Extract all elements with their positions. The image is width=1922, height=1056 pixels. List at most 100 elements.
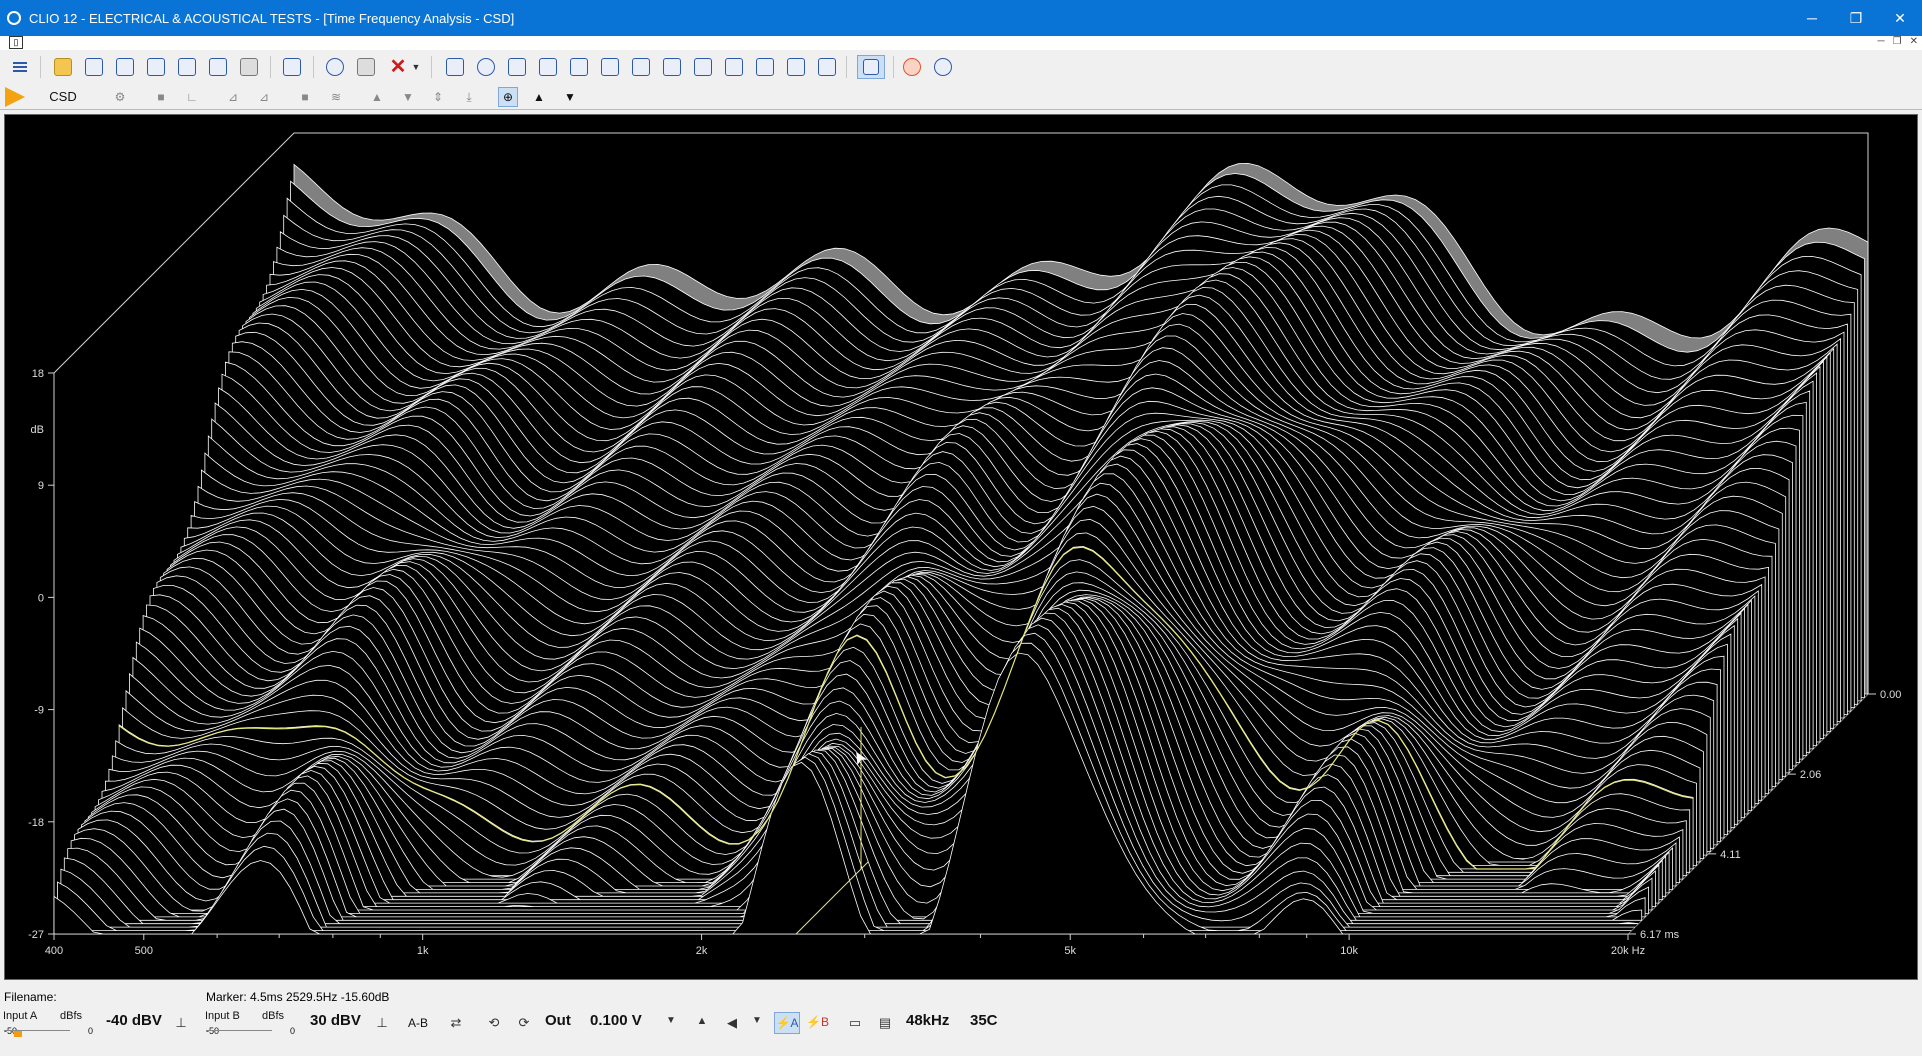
x-tick-label: 5k — [1064, 945, 1076, 957]
multimeter-icon[interactable] — [536, 55, 560, 79]
card-icon[interactable]: ▤ — [876, 1015, 894, 1031]
mdi-minimize-icon[interactable]: ─ — [1878, 36, 1885, 47]
loop-b-icon[interactable]: ⟳ — [515, 1015, 533, 1031]
triangle-up-icon[interactable]: ▲ — [529, 87, 549, 107]
input-a-level — [14, 1031, 22, 1037]
input-b-range[interactable]: 30 dBV — [310, 1012, 361, 1029]
mdi-child-icon[interactable]: ▯ — [9, 36, 23, 49]
x-tick-label: 20k Hz — [1611, 945, 1645, 957]
sample-rate[interactable]: 48kHz — [906, 1012, 949, 1029]
x-tick-label: 2k — [696, 945, 708, 957]
speaker-dropdown-icon[interactable]: ▼ — [748, 1015, 766, 1031]
loop-a-icon[interactable]: ⟲ — [485, 1015, 503, 1031]
y-tick-label: -18 — [28, 817, 44, 829]
stop-icon[interactable]: ■ — [151, 87, 171, 107]
ruler-icon[interactable] — [753, 55, 777, 79]
save-as-icon[interactable] — [113, 55, 137, 79]
z-tick-label: 6.17 ms — [1640, 929, 1680, 941]
z-tick-label: 2.06 — [1800, 769, 1821, 781]
compress-icon[interactable]: ⤓ — [459, 87, 479, 107]
y-tick-label: 9 — [38, 480, 44, 492]
out-up-icon[interactable]: ▲ — [693, 1015, 711, 1031]
csd-plot[interactable]: 18 9 0 -9 -18 -27 dB 400 500 1k 2k 5k 10k 20k Hz 0.00 2… — [4, 114, 1918, 980]
minimize-button[interactable]: ─ — [1790, 0, 1834, 36]
triangle-down-icon[interactable]: ▼ — [560, 87, 580, 107]
open-icon[interactable] — [51, 55, 75, 79]
window-title: CLIO 12 - ELECTRICAL & ACOUSTICAL TESTS … — [29, 10, 515, 26]
save-icon[interactable] — [82, 55, 106, 79]
y-axis-label: dB — [31, 424, 44, 436]
main-toolbar: ✕ ▼ — [0, 50, 1922, 84]
expand-icon[interactable]: ⇕ — [428, 87, 448, 107]
stop-gray-icon[interactable]: ■ — [295, 87, 315, 107]
input-a-coupling-icon[interactable]: ⊥ — [172, 1015, 190, 1031]
out-label: Out — [545, 1012, 571, 1029]
rta-icon[interactable] — [660, 55, 684, 79]
analysis-toolbar: CSD ⚙ ■ ∟ ⊿ ⊿ ■ ≋ ▲ ▼ ⇕ ⤓ ⊕ ▲ ▼ — [0, 84, 1922, 110]
settings-icon[interactable]: ⚙ — [110, 87, 130, 107]
a-minus-b-button[interactable]: A-B — [408, 1016, 428, 1046]
export-icon[interactable] — [144, 55, 168, 79]
fft-icon[interactable] — [505, 55, 529, 79]
temperature: 35C — [970, 1012, 998, 1029]
notes-icon[interactable] — [206, 55, 230, 79]
y-tick-label: 0 — [38, 592, 44, 604]
play-icon[interactable] — [5, 87, 25, 107]
y-tick-label: 18 — [32, 368, 44, 380]
phantom-b-icon[interactable]: ⚡B — [806, 1015, 829, 1031]
print-icon[interactable] — [237, 55, 261, 79]
web-help-icon[interactable] — [931, 55, 955, 79]
x-tick-label: 500 — [135, 945, 153, 957]
speaker-icon[interactable]: ◀ — [723, 1015, 741, 1031]
close-button[interactable]: ✕ — [1878, 0, 1922, 36]
z-tick-label: 4.11 — [1720, 849, 1741, 861]
y-tick-label: -9 — [34, 705, 44, 717]
polarity-icon[interactable]: ⇄ — [447, 1015, 465, 1031]
delete-icon[interactable]: ✕ — [386, 55, 410, 79]
restore-button[interactable]: ❐ — [1834, 0, 1878, 36]
x-tick-label: 400 — [45, 945, 63, 957]
up-arrow-icon[interactable]: ▲ — [367, 87, 387, 107]
phantom-a-icon[interactable]: ⚡A — [774, 1012, 800, 1034]
csd-mode-label[interactable]: CSD — [36, 87, 90, 107]
help-icon[interactable] — [900, 55, 924, 79]
input-b-coupling-icon[interactable]: ⊥ — [373, 1015, 391, 1031]
input-a-range[interactable]: -40 dBV — [106, 1012, 162, 1029]
x-tick-label: 1k — [417, 945, 429, 957]
clio-box-icon[interactable]: ▭ — [846, 1015, 864, 1031]
out-value[interactable]: 0.100 V — [590, 1012, 642, 1029]
waterfall-icon[interactable] — [598, 55, 622, 79]
qc-icon[interactable] — [815, 55, 839, 79]
waterfall-gray-icon[interactable]: ≋ — [326, 87, 346, 107]
menu-icon[interactable] — [8, 55, 32, 79]
filename-label: Filename: — [4, 990, 57, 1004]
mdi-close-icon[interactable]: ✕ — [1910, 36, 1918, 47]
mdi-restore-icon[interactable]: ❐ — [1893, 36, 1902, 47]
out-dropdown-icon[interactable]: ▼ — [662, 1015, 680, 1031]
mls-icon[interactable] — [443, 55, 467, 79]
import-icon[interactable] — [175, 55, 199, 79]
mdi-bar: ▯ ─ ❐ ✕ — [0, 36, 1922, 50]
load-icon[interactable]: ⊿ — [223, 87, 243, 107]
csd-waterfall-chart[interactable]: 18 9 0 -9 -18 -27 dB 400 500 1k 2k 5k 10k 20k Hz 0.00 2… — [5, 115, 1919, 981]
down-arrow-icon[interactable]: ▼ — [398, 87, 418, 107]
thd-icon[interactable] — [567, 55, 591, 79]
wf-icon[interactable] — [691, 55, 715, 79]
input-a-meter — [4, 1030, 70, 1037]
cursor-icon[interactable]: ⊕ — [498, 87, 518, 107]
check-icon[interactable] — [280, 55, 304, 79]
x-tick-label: 10k — [1340, 945, 1358, 957]
load-overlay-icon[interactable]: ⊿ — [254, 87, 274, 107]
input-b-meter — [206, 1030, 272, 1036]
undo-icon[interactable] — [323, 55, 347, 79]
dropdown-icon[interactable]: ▼ — [410, 55, 422, 79]
eraser-icon[interactable] — [354, 55, 378, 79]
leq-icon[interactable] — [722, 55, 746, 79]
lr-icon[interactable] — [784, 55, 808, 79]
reference-icon[interactable]: ∟ — [182, 87, 202, 107]
sinusoidal-icon[interactable] — [474, 55, 498, 79]
sweep-icon[interactable] — [629, 55, 653, 79]
window-controls: ─ ❐ ✕ — [1790, 0, 1922, 36]
input-a-max: 0 — [88, 1026, 94, 1036]
draw-icon[interactable] — [857, 55, 885, 79]
